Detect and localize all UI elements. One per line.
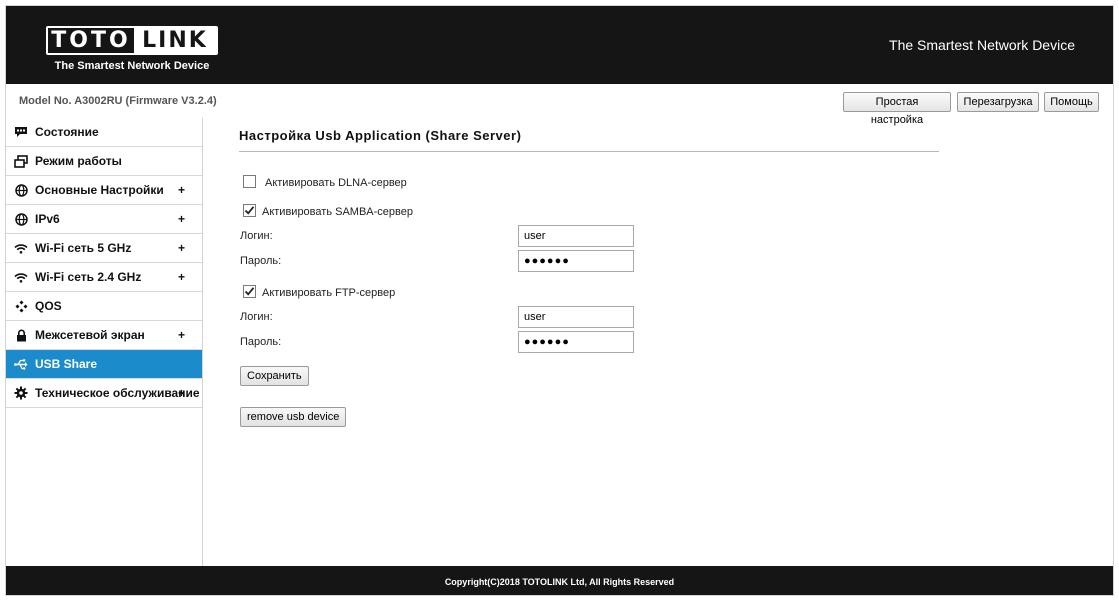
expand-plus-icon: +: [178, 270, 186, 284]
globe-icon: [14, 212, 28, 226]
usb-icon: [14, 357, 28, 371]
sidebar-item-label: Техническое обслуживание: [35, 386, 200, 400]
header-slogan: The Smartest Network Device: [889, 37, 1075, 53]
logo-tagline: The Smartest Network Device: [54, 60, 210, 72]
gear-icon: [14, 386, 28, 400]
ftp-checkbox[interactable]: [243, 285, 256, 298]
sidebar-item-basic-settings[interactable]: Основные Настройки +: [6, 176, 202, 205]
expand-plus-icon: +: [178, 328, 186, 342]
logo-text-link: LINK: [134, 28, 216, 53]
checkmark-icon: [244, 206, 255, 215]
totolink-logo: TOTO LINK The Smartest Network Device: [46, 26, 218, 72]
logo-box: TOTO LINK: [46, 26, 218, 55]
expand-plus-icon: +: [178, 212, 186, 226]
reboot-button[interactable]: Перезагрузка: [957, 92, 1039, 112]
sidebar-item-mode[interactable]: Режим работы: [6, 147, 202, 176]
model-number: Model No. A3002RU (Firmware V3.2.4): [19, 95, 217, 107]
header-bar: TOTO LINK The Smartest Network Device Th…: [6, 6, 1113, 84]
samba-label: Активировать SAMBA-сервер: [262, 206, 413, 218]
ftp-login-label: Логин:: [240, 311, 273, 323]
sidebar-item-qos[interactable]: QOS: [6, 292, 202, 321]
title-divider: [239, 151, 939, 152]
ftp-password-input[interactable]: ●●●●●●: [518, 331, 634, 353]
samba-checkbox[interactable]: [243, 204, 256, 217]
page-title: Настройка Usb Application (Share Server): [239, 128, 522, 143]
remove-usb-device-button[interactable]: remove usb device: [240, 407, 347, 427]
chat-bubble-icon: [14, 125, 28, 139]
samba-password-label: Пароль:: [240, 255, 282, 267]
sidebar-item-label: QOS: [35, 299, 62, 313]
checkmark-icon: [244, 287, 255, 296]
windows-icon: [14, 154, 28, 168]
qos-icon: [14, 299, 28, 313]
sidebar-item-label: IPv6: [35, 212, 60, 226]
sidebar-item-label: Wi-Fi сеть 5 GHz: [35, 241, 132, 255]
dlna-checkbox[interactable]: [243, 175, 256, 188]
samba-password-input[interactable]: ●●●●●●: [518, 250, 634, 272]
sidebar-item-label: Режим работы: [35, 154, 122, 168]
expand-plus-icon: +: [178, 386, 186, 400]
sidebar-menu: Состояние Режим работы Основные Настройк…: [6, 118, 203, 566]
router-admin-page: TOTO LINK The Smartest Network Device Th…: [5, 5, 1114, 596]
sidebar-item-label: Межсетевой экран: [35, 328, 145, 342]
expand-plus-icon: +: [178, 183, 186, 197]
footer-bar: Copyright(C)2018 TOTOLINK Ltd, All Right…: [6, 566, 1113, 595]
samba-login-label: Логин:: [240, 230, 273, 242]
sidebar-item-firewall[interactable]: Межсетевой экран +: [6, 321, 202, 350]
wifi-icon: [14, 270, 28, 284]
ftp-login-input[interactable]: user: [518, 306, 634, 328]
sidebar-item-label: Wi-Fi сеть 2.4 GHz: [35, 270, 142, 284]
ftp-label: Активировать FTP-сервер: [262, 287, 396, 299]
quick-setup-button[interactable]: Простая настройка: [843, 92, 951, 126]
lock-icon: [14, 328, 28, 342]
globe-icon: [14, 183, 28, 197]
logo-text-toto: TOTO: [51, 28, 131, 53]
sidebar-item-wifi-5ghz[interactable]: Wi-Fi сеть 5 GHz +: [6, 234, 202, 263]
dlna-label: Активировать DLNA-сервер: [265, 177, 407, 189]
sidebar-item-maintenance[interactable]: Техническое обслуживание +: [6, 379, 202, 408]
save-button[interactable]: Сохранить: [240, 366, 309, 386]
sidebar-item-ipv6[interactable]: IPv6 +: [6, 205, 202, 234]
ftp-password-label: Пароль:: [240, 336, 282, 348]
sidebar-item-usb-share[interactable]: USB Share: [6, 350, 202, 379]
samba-login-input[interactable]: user: [518, 225, 634, 247]
copyright-text: Copyright(C)2018 TOTOLINK Ltd, All Right…: [444, 577, 675, 587]
expand-plus-icon: +: [178, 241, 186, 255]
sidebar-item-label: Состояние: [35, 125, 99, 139]
top-toolbar: Model No. A3002RU (Firmware V3.2.4) Прос…: [6, 84, 1113, 126]
sidebar-item-status[interactable]: Состояние: [6, 118, 202, 147]
sidebar-item-label: Основные Настройки: [35, 183, 164, 197]
help-button[interactable]: Помощь: [1044, 92, 1099, 112]
sidebar-item-wifi-24ghz[interactable]: Wi-Fi сеть 2.4 GHz +: [6, 263, 202, 292]
wifi-icon: [14, 241, 28, 255]
sidebar-item-label: USB Share: [35, 357, 98, 371]
